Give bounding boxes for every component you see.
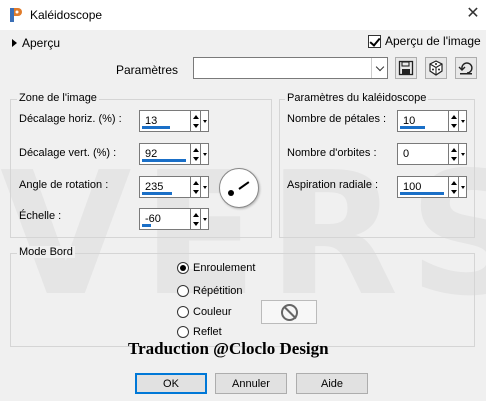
radio-wrap[interactable]: Enroulement <box>177 262 255 274</box>
horizontal-offset-label: Décalage horiz. (%) : <box>19 113 122 125</box>
reset-icon <box>458 62 473 75</box>
image-preview-checkbox[interactable]: Aperçu de l'image <box>368 34 481 48</box>
radio-button[interactable] <box>177 326 189 338</box>
value-bar <box>142 192 172 195</box>
dropdown-arrow-icon[interactable] <box>201 208 209 230</box>
prohibited-icon <box>280 303 298 321</box>
scale-label: Échelle : <box>19 210 62 222</box>
spin-arrows[interactable] <box>191 110 201 132</box>
scale-input[interactable]: -60 <box>139 208 191 230</box>
dropdown-arrow-icon[interactable] <box>459 176 467 198</box>
spin-arrows[interactable] <box>191 143 201 165</box>
spin-arrows[interactable] <box>449 110 459 132</box>
vertical-offset-spinner[interactable]: 92 <box>139 143 209 165</box>
radio-repeat[interactable]: Répétition <box>177 285 243 297</box>
dropdown-arrow-icon[interactable] <box>459 143 467 165</box>
presets-dropdown[interactable] <box>193 57 388 79</box>
value-bar <box>142 224 151 227</box>
dial-needle <box>238 181 250 190</box>
dial-knob <box>228 190 234 196</box>
border-mode-title: Mode Bord <box>17 246 75 258</box>
radio-button[interactable] <box>177 306 189 318</box>
horizontal-offset-input[interactable]: 13 <box>139 110 191 132</box>
expand-triangle-icon <box>12 39 17 47</box>
orbits-label: Nombre d'orbites : <box>287 147 377 159</box>
rotation-dial[interactable] <box>219 168 259 208</box>
rotation-angle-input[interactable]: 235 <box>139 176 191 198</box>
petals-label: Nombre de pétales : <box>287 113 387 125</box>
rotation-angle-label: Angle de rotation : <box>19 179 109 191</box>
border-color-swatch[interactable] <box>261 300 317 324</box>
spin-arrows[interactable] <box>191 176 201 198</box>
radio-button[interactable] <box>177 285 189 297</box>
value-bar <box>400 192 444 195</box>
presets-label: Paramètres <box>116 63 179 77</box>
save-preset-button[interactable] <box>395 57 417 79</box>
image-preview-label: Aperçu de l'image <box>385 34 481 48</box>
app-logo-icon <box>10 8 22 22</box>
help-button[interactable]: Aide <box>296 373 368 394</box>
radio-label-wrap: Enroulement <box>193 262 256 274</box>
vertical-offset-input[interactable]: 92 <box>139 143 191 165</box>
random-preset-button[interactable] <box>425 57 447 79</box>
dice-icon <box>429 60 443 76</box>
scale-spinner[interactable]: -60 <box>139 208 209 230</box>
preview-toggle-label: Aperçu <box>22 36 61 50</box>
close-icon[interactable]: ✕ <box>462 3 484 25</box>
image-zone-title: Zone de l'image <box>17 92 99 104</box>
preview-toggle[interactable]: Aperçu <box>12 36 60 50</box>
dropdown-arrow-icon[interactable] <box>201 176 209 198</box>
reset-preset-button[interactable] <box>455 57 477 79</box>
spin-arrows[interactable] <box>449 176 459 198</box>
orbits-spinner[interactable]: 0 <box>397 143 467 165</box>
chevron-down-icon[interactable] <box>371 58 387 78</box>
checkbox-box[interactable] <box>368 34 381 48</box>
radio-button[interactable] <box>177 262 189 274</box>
value-bar <box>142 159 186 162</box>
spin-arrows[interactable] <box>449 143 459 165</box>
translation-credit: Traduction @Cloclo Design <box>128 339 329 358</box>
value-bar <box>142 126 170 129</box>
orbits-input[interactable]: 0 <box>397 143 449 165</box>
cancel-button[interactable]: Annuler <box>215 373 287 394</box>
radio-label-repeat: Répétition <box>193 285 243 297</box>
value-bar <box>400 126 425 129</box>
horizontal-offset-spinner[interactable]: 13 <box>139 110 209 132</box>
petals-input[interactable]: 10 <box>397 110 449 132</box>
dropdown-arrow-icon[interactable] <box>459 110 467 132</box>
radial-suction-label: Aspiration radiale : <box>287 179 379 191</box>
petals-spinner[interactable]: 10 <box>397 110 467 132</box>
radio-reflect[interactable]: Reflet <box>177 326 222 338</box>
dropdown-arrow-icon[interactable] <box>201 143 209 165</box>
vertical-offset-label: Décalage vert. (%) : <box>19 147 117 159</box>
kaleidoscope-params-title: Paramètres du kaléidoscope <box>285 92 429 104</box>
save-icon <box>398 60 414 76</box>
radial-suction-spinner[interactable]: 100 <box>397 176 467 198</box>
spin-arrows[interactable] <box>191 208 201 230</box>
radio-color[interactable]: Couleur <box>177 306 232 318</box>
radial-suction-input[interactable]: 100 <box>397 176 449 198</box>
radio-label-color: Couleur <box>193 306 232 318</box>
ok-button[interactable]: OK <box>135 373 207 394</box>
radio-label-reflect: Reflet <box>193 326 222 338</box>
rotation-angle-spinner[interactable]: 235 <box>139 176 209 198</box>
window-title: Kaléidoscope <box>30 8 103 22</box>
dropdown-arrow-icon[interactable] <box>201 110 209 132</box>
